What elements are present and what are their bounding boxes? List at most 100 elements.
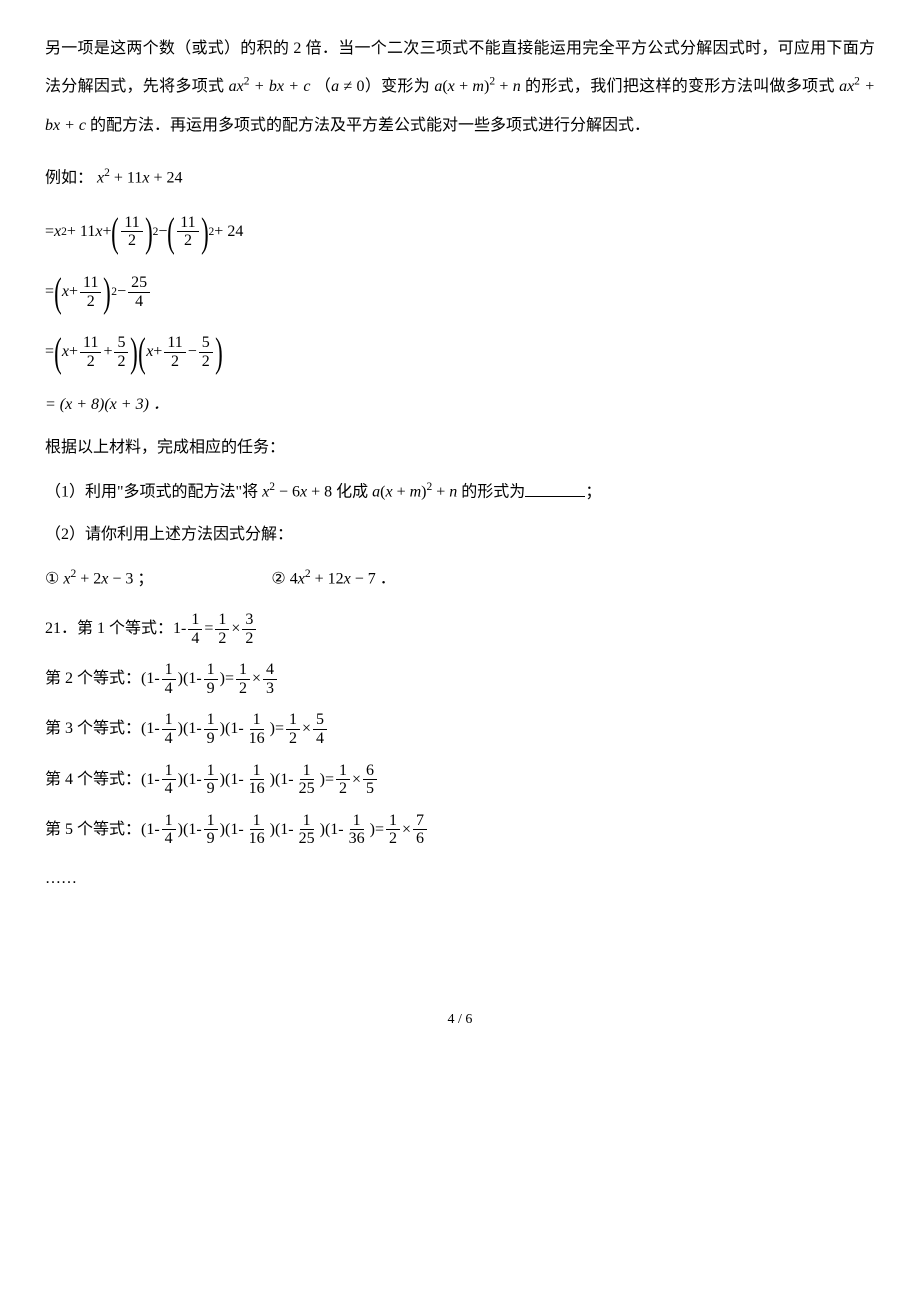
q1-m6: − 6 [275,484,300,501]
step-2: = ( x + 112 ) 2 − 254 [45,274,875,310]
math-n: n [513,78,521,95]
q1-semi: ； [585,484,601,501]
q1-p8: + 8 [307,484,332,501]
blank-underline [525,496,585,497]
intro-text-2: （ [315,78,331,95]
s1-frac2: 112 [177,214,198,250]
s1-tail: + 24 [214,221,243,243]
s2-plus: + [69,281,78,303]
paren-close-icon: ) [104,281,112,304]
question-2-items: ① x2 + 2x − 3 ； ② 4x2 + 12x − 7 ． [45,566,875,591]
intro-text-4: 的形式，我们把这样的变形方法叫做多项式 [525,78,839,95]
paren-open-icon: ( [54,341,62,364]
intro-text-3: ）变形为 [365,78,435,95]
minus: - [181,618,186,640]
paren-close-icon: ) [131,341,139,364]
one: 1 [173,618,181,640]
q1-n: n [449,484,457,501]
s2-eq: = [45,281,54,303]
q1-pl: + [393,484,410,501]
eq: = [204,618,213,640]
s1-p1: + 11 [67,221,95,243]
head-5: 第 5 个等式： [45,819,141,841]
s1-x: x [54,221,61,243]
ex-11: + 11 [110,170,142,187]
s2-minus: − [117,281,126,303]
example-block: 例如： x2 + 11x + 24 [45,165,875,190]
paren-close-icon: ) [201,221,209,244]
head-4: 第 4 个等式： [45,769,141,791]
s2-frac2: 254 [128,274,150,310]
q1-m: m [410,484,422,501]
q2a-semi: ； [137,571,153,588]
intro-text-5: 的配方法．再运用多项式的配方法及平方差公式能对一些多项式进行分解因式． [90,117,650,134]
paren-open-icon: ( [54,281,62,304]
q2b-x: x [298,571,305,588]
math-m: m [472,78,484,95]
paren-close-icon: ) [145,221,153,244]
head-2: 第 2 个等式： [45,668,141,690]
math-neq0: ≠ 0 [339,78,364,95]
circled-1: ① [45,571,59,588]
r1b: 32 [242,611,256,647]
s3-p1: + [69,341,78,363]
math-x: x [448,78,455,95]
s4-text: = (x + 8)(x + 3) ． [45,396,169,413]
q1-pl2: + [432,484,449,501]
s3-p2: + [103,341,112,363]
q1-xx: x [385,484,392,501]
question-2-lead: （2）请你利用上述方法因式分解： [45,524,875,546]
ex-24: + 24 [149,170,182,187]
step-4: = (x + 8)(x + 3) ． [45,394,875,416]
q2b-m7: − 7 [351,571,376,588]
problem-21-label: 21． [45,618,77,640]
intro-paragraph: 另一项是这两个数（或式）的积的 2 倍．当一个二次三项式不能直接能运用完全平方公… [45,30,875,145]
s3-f1: 112 [80,334,101,370]
question-1: （1）利用"多项式的配方法"将 x2 − 6x + 8 化成 a(x + m)2… [45,479,875,504]
step-1: = x2 + 11x + ( 112 ) 2 − ( 112 ) 2 + 24 [45,214,875,250]
eq-row-1: 21． 第 1 个等式： 1- 14 = 12 × 32 [45,611,875,647]
q2b-dot: ． [380,571,396,588]
s3-p4: − [188,341,197,363]
s1-x2: x [95,221,102,243]
s3-f4: 52 [199,334,213,370]
q1-tail: 的形式为 [461,484,525,501]
ellipsis: …… [45,868,875,890]
paren-open-icon: ( [138,341,146,364]
s3-eq: = [45,341,54,363]
math-plus: + [455,78,473,95]
s3-f2: 52 [114,334,128,370]
s1-minus: − [158,221,167,243]
page-footer: 4 / 6 [45,1010,875,1030]
paren-open-icon: ( [168,221,176,244]
q1-mid: 化成 [336,484,372,501]
q2b-4: 4 [290,571,298,588]
eq-row-3: 第 3 个等式： (1-14)(1-19)(1-116)= 12 × 54 [45,711,875,747]
eq-row-5: 第 5 个等式： (1-14)(1-19)(1-116)(1-125)(1-13… [45,812,875,848]
head-1: 第 1 个等式： [77,618,173,640]
q2b-x2: x [344,571,351,588]
paren-open-icon: ( [112,221,120,244]
example-label: 例如： [45,170,93,187]
math-plus2: + [495,78,513,95]
paren-close-icon: ) [215,341,223,364]
times: × [231,618,240,640]
followup-text: 根据以上材料，完成相应的任务： [45,437,875,459]
r1a: 12 [215,611,229,647]
math-a: a [331,78,339,95]
head-3: 第 3 个等式： [45,718,141,740]
circled-2: ② [271,571,285,588]
q1-lead: （1）利用"多项式的配方法"将 [45,484,262,501]
f14: 14 [188,611,202,647]
s3-x1: x [62,341,69,363]
q2a-2: + 2 [76,571,101,588]
s1-eq: = [45,221,54,243]
s1-frac1: 112 [121,214,142,250]
q2b-12: + 12 [311,571,344,588]
eq-row-4: 第 4 个等式： (1-14)(1-19)(1-116)(1-125)= 12 … [45,762,875,798]
s3-f3: 112 [164,334,185,370]
s3-x2: x [146,341,153,363]
s2-frac1: 112 [80,274,101,310]
q2a-m3: − 3 [108,571,133,588]
q1-a: a [372,484,380,501]
